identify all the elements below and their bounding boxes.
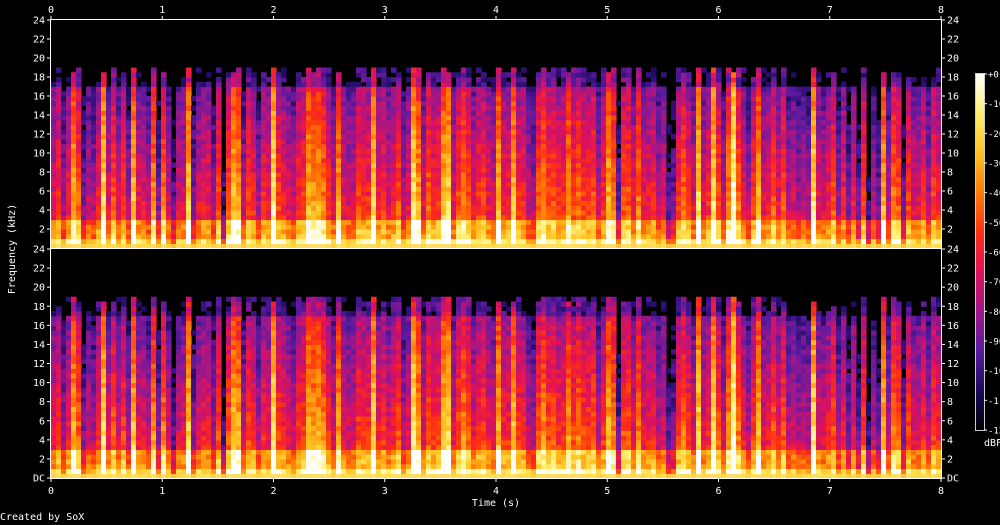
x-tick-label-bottom: 7 bbox=[827, 486, 833, 497]
y-tick-label-left: 14 bbox=[33, 111, 45, 122]
y-tick-label-right: 18 bbox=[947, 302, 959, 313]
y-tick-label-right: 22 bbox=[947, 264, 959, 275]
colorbar-tick-label: -110 bbox=[988, 397, 1000, 407]
y-tick-label-left: 2 bbox=[39, 454, 45, 465]
y-tick-label-right: 4 bbox=[947, 435, 953, 446]
colorbar: +0 -10 -20 -30 -40 -50 -60 -70 -80 -90 -100 -110 -12… bbox=[975, 71, 1000, 437]
y-tick-label-right: 14 bbox=[947, 111, 959, 122]
y-tick-label-right: 16 bbox=[947, 92, 959, 103]
channel-1-spectrogram bbox=[51, 20, 941, 248]
x-tick-label-top: 6 bbox=[715, 5, 721, 16]
y-tick-label-left: 20 bbox=[33, 54, 45, 65]
colorbar-tick-label: -30 bbox=[988, 160, 1000, 170]
y-tick-label-right: 22 bbox=[947, 35, 959, 46]
x-tick-label-bottom: 1 bbox=[159, 486, 165, 497]
colorbar-tick-label: -10 bbox=[988, 100, 1000, 110]
y-tick-label-left: 6 bbox=[39, 187, 45, 198]
y-tick-label-right: 14 bbox=[947, 340, 959, 351]
y-tick-label-left: 12 bbox=[33, 359, 45, 370]
y-tick-label-right: 2 bbox=[947, 225, 953, 236]
y-tick-label-left: 18 bbox=[33, 302, 45, 313]
y-tick-label-right: 20 bbox=[947, 283, 959, 294]
x-tick-label-bottom: 4 bbox=[493, 486, 499, 497]
y-tick-label-left: 4 bbox=[39, 206, 45, 217]
y-tick-label-left: 16 bbox=[33, 321, 45, 332]
x-tick-label-top: 0 bbox=[48, 5, 54, 16]
y-tick-label-left: 10 bbox=[33, 378, 45, 389]
y-tick-label-right: DC bbox=[947, 474, 959, 485]
x-tick-label-bottom: 0 bbox=[48, 486, 54, 497]
credit-text: Created by SoX bbox=[0, 512, 85, 523]
y-tick-label-left: DC bbox=[33, 474, 45, 485]
x-tick-label-top: 3 bbox=[382, 5, 388, 16]
y-tick-label-left: 6 bbox=[39, 416, 45, 427]
colorbar-tick-label: -100 bbox=[988, 367, 1000, 377]
y-tick-label-right: 4 bbox=[947, 206, 953, 217]
y-tick-label-left: 10 bbox=[33, 149, 45, 160]
x-tick-label-bottom: 6 bbox=[715, 486, 721, 497]
y-tick-label-right: 16 bbox=[947, 321, 959, 332]
x-tick-label-top: 7 bbox=[827, 5, 833, 16]
x-tick-label-top: 1 bbox=[159, 5, 165, 16]
y-tick-label-right: 8 bbox=[947, 168, 953, 179]
colorbar-tick-label: -40 bbox=[988, 189, 1000, 199]
y-tick-label-left: 20 bbox=[33, 283, 45, 294]
x-tick-label-bottom: 5 bbox=[604, 486, 610, 497]
x-tick-label-top: 8 bbox=[938, 5, 944, 16]
spectrogram-chart: 00112233445566778824 2422 2220 2018 1816 1614… bbox=[7, 5, 1000, 509]
colorbar-gradient bbox=[976, 74, 984, 430]
y-tick-label-right: 10 bbox=[947, 149, 959, 160]
y-tick-label-right: 24 bbox=[947, 16, 959, 27]
y-tick-label-right: 12 bbox=[947, 130, 959, 141]
y-tick-label-right: 2 bbox=[947, 454, 953, 465]
x-tick-label-bottom: 2 bbox=[270, 486, 276, 497]
channel-2-spectrogram bbox=[51, 249, 941, 478]
colorbar-tick-label: -60 bbox=[988, 249, 1000, 259]
y-tick-label-left: 12 bbox=[33, 130, 45, 141]
x-tick-label-bottom: 8 bbox=[938, 486, 944, 497]
y-tick-label-right: 6 bbox=[947, 187, 953, 198]
y-axis-label: Frequency (kHz) bbox=[7, 204, 18, 294]
y-tick-label-left: 14 bbox=[33, 340, 45, 351]
colorbar-tick-label: -80 bbox=[988, 308, 1000, 318]
colorbar-tick-label: -50 bbox=[988, 219, 1000, 229]
y-tick-label-left: 18 bbox=[33, 73, 45, 84]
y-tick-label-right: 24 bbox=[947, 245, 959, 256]
y-tick-label-right: 6 bbox=[947, 416, 953, 427]
colorbar-tick-label: -120 bbox=[988, 427, 1000, 437]
x-axis-label: Time (s) bbox=[472, 498, 520, 509]
y-tick-label-left: 22 bbox=[33, 264, 45, 275]
y-tick-label-left: 8 bbox=[39, 397, 45, 408]
x-tick-label-bottom: 3 bbox=[382, 486, 388, 497]
y-tick-label-left: 4 bbox=[39, 435, 45, 446]
y-tick-label-right: 10 bbox=[947, 378, 959, 389]
colorbar-unit-label: dBFS bbox=[984, 438, 1000, 449]
y-tick-label-left: 22 bbox=[33, 35, 45, 46]
y-tick-label-left: 2 bbox=[39, 225, 45, 236]
y-tick-label-right: 12 bbox=[947, 359, 959, 370]
y-tick-label-left: 24 bbox=[33, 16, 45, 27]
y-tick-label-right: 20 bbox=[947, 54, 959, 65]
y-tick-label-left: 16 bbox=[33, 92, 45, 103]
colorbar-tick-label: +0 bbox=[988, 71, 999, 81]
y-tick-label-left: 24 bbox=[33, 245, 45, 256]
colorbar-tick-label: -90 bbox=[988, 338, 1000, 348]
y-tick-label-left: 8 bbox=[39, 168, 45, 179]
x-tick-label-top: 5 bbox=[604, 5, 610, 16]
x-tick-label-top: 4 bbox=[493, 5, 499, 16]
y-tick-label-right: 18 bbox=[947, 73, 959, 84]
colorbar-tick-label: -20 bbox=[988, 130, 1000, 140]
y-tick-label-right: 8 bbox=[947, 397, 953, 408]
x-tick-label-top: 2 bbox=[270, 5, 276, 16]
colorbar-tick-label: -70 bbox=[988, 278, 1000, 288]
